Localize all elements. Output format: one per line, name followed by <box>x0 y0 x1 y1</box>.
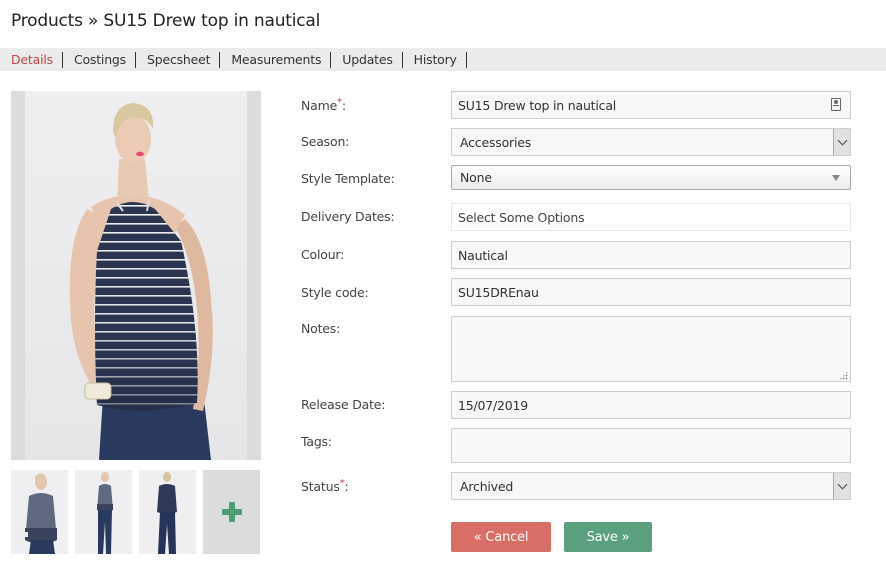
status-dropdown-button[interactable] <box>833 473 850 499</box>
tab-details[interactable]: Details <box>0 51 63 68</box>
tags-input[interactable] <box>451 428 851 463</box>
style-template-label: Style Template: <box>301 171 395 186</box>
colour-value: Nautical <box>458 247 508 263</box>
thumbnail-photo <box>23 473 57 554</box>
colour-input[interactable]: Nautical <box>451 241 851 269</box>
season-dropdown-button[interactable] <box>833 129 850 155</box>
tab-costings[interactable]: Costings <box>63 51 136 68</box>
thumbnail-3[interactable] <box>139 470 196 554</box>
page-title: Products » SU15 Drew top in nautical <box>11 11 321 31</box>
delivery-dates-multiselect[interactable]: Select Some Options <box>451 203 851 231</box>
name-label-text: Name <box>301 98 338 114</box>
tab-bar: Details Costings Specsheet Measurements … <box>0 48 886 71</box>
thumbnail-strip <box>11 470 260 554</box>
model-photo <box>69 103 213 460</box>
release-date-input[interactable]: 15/07/2019 <box>451 391 851 419</box>
chevron-down-icon <box>837 135 847 145</box>
season-value: Accessories <box>460 134 532 150</box>
delivery-dates-placeholder: Select Some Options <box>458 209 585 225</box>
season-label: Season: <box>301 134 350 149</box>
thumbnail-2[interactable] <box>75 470 132 554</box>
notes-label: Notes: <box>301 321 341 336</box>
cancel-button[interactable]: « Cancel <box>451 522 551 552</box>
status-label: Status*: <box>301 478 349 495</box>
tab-measurements[interactable]: Measurements <box>220 51 332 68</box>
tab-history[interactable]: History <box>403 51 467 68</box>
add-image-button[interactable] <box>203 470 260 554</box>
main-product-image[interactable] <box>11 91 261 460</box>
thumbnail-photo <box>157 472 177 554</box>
tab-updates[interactable]: Updates <box>331 51 403 68</box>
status-select[interactable]: Archived <box>451 472 851 500</box>
style-template-select[interactable]: None <box>451 165 851 190</box>
release-date-label: Release Date: <box>301 397 386 412</box>
name-label: Name*: <box>301 97 346 113</box>
thumbnail-1[interactable] <box>11 470 68 554</box>
release-date-value: 15/07/2019 <box>458 397 529 413</box>
plus-icon <box>221 502 242 522</box>
season-select[interactable]: Accessories <box>451 128 851 156</box>
notes-textarea[interactable] <box>451 316 851 382</box>
style-code-label: Style code: <box>301 285 369 300</box>
caret-down-icon <box>832 175 840 181</box>
style-code-input[interactable]: SU15DREnau <box>451 278 851 306</box>
chevron-down-icon <box>837 479 847 489</box>
label-suffix: : <box>341 98 346 114</box>
thumbnail-photo <box>97 472 113 554</box>
status-label-text: Status <box>301 479 340 495</box>
colour-label: Colour: <box>301 247 345 262</box>
name-input[interactable]: SU15 Drew top in nautical <box>451 91 851 119</box>
delivery-dates-label: Delivery Dates: <box>301 209 395 224</box>
label-suffix: : <box>344 479 349 495</box>
name-value: SU15 Drew top in nautical <box>458 97 617 113</box>
save-button[interactable]: Save » <box>564 522 652 552</box>
contact-card-icon[interactable] <box>831 98 841 111</box>
style-code-value: SU15DREnau <box>458 284 539 300</box>
tags-label: Tags: <box>301 434 332 449</box>
status-value: Archived <box>460 478 514 494</box>
tab-specsheet[interactable]: Specsheet <box>136 51 221 68</box>
style-template-value: None <box>460 170 492 185</box>
